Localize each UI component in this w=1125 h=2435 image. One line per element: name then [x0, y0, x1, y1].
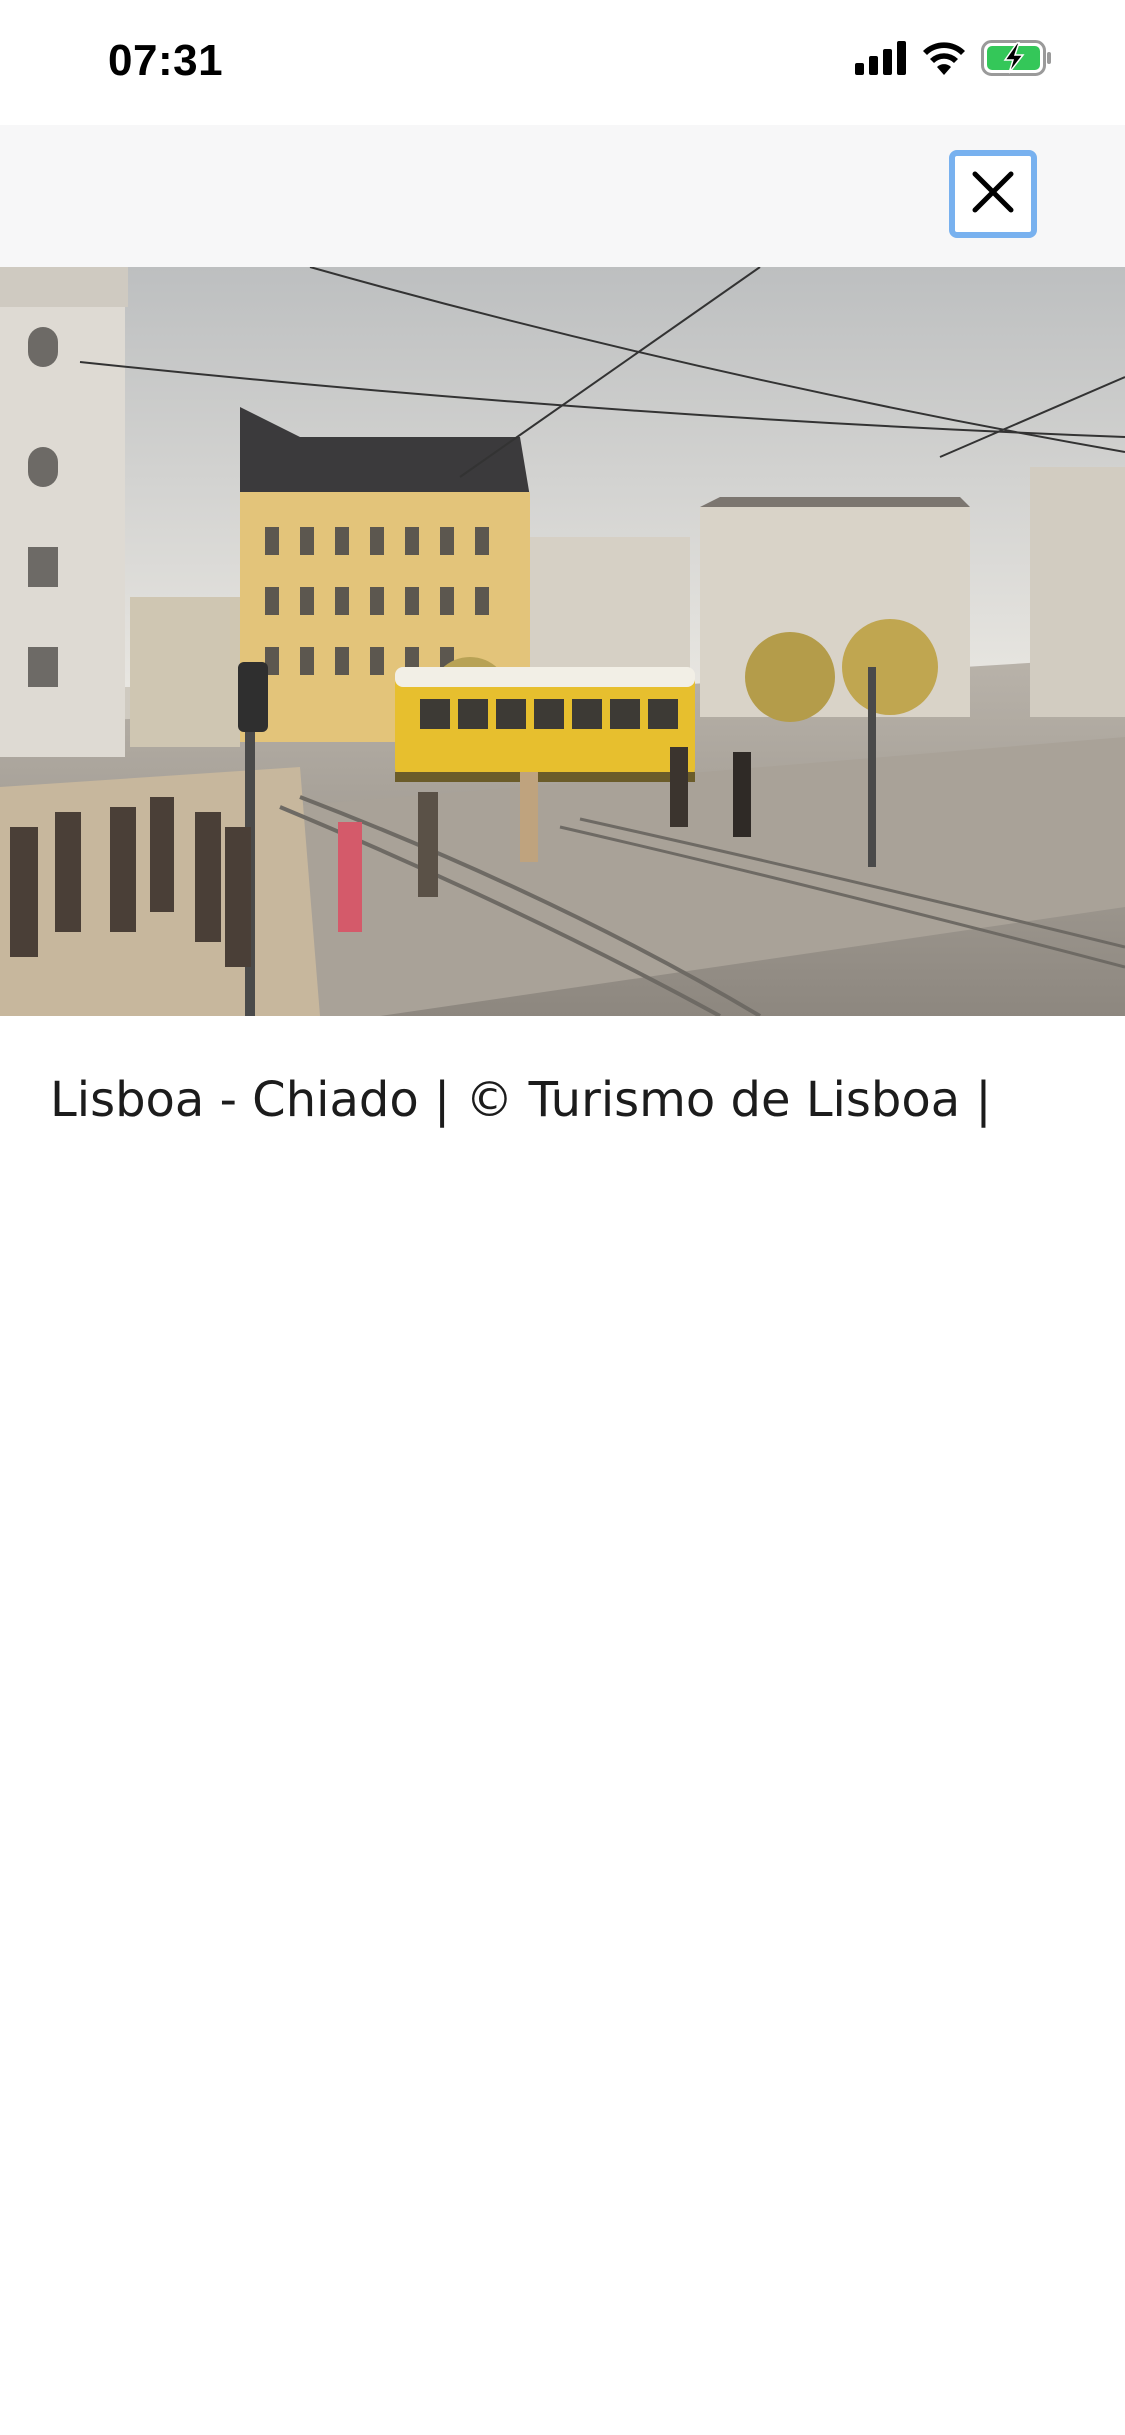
- status-time: 07:31: [108, 36, 224, 85]
- battery-charging-icon: [981, 40, 1053, 81]
- wifi-icon: [921, 41, 967, 80]
- cellular-signal-icon: [855, 41, 907, 80]
- photo-caption: Lisboa - Chiado | © Turismo de Lisboa |: [50, 1072, 992, 1128]
- viewer-toolbar: [0, 125, 1125, 267]
- close-icon: [969, 168, 1017, 221]
- close-button[interactable]: [949, 150, 1037, 238]
- status-icons: [855, 40, 1053, 81]
- image-viewer-screen: 07:31 Lisboa - Chiado | © Turismo de Lis…: [0, 0, 1125, 2435]
- main-photo: [0, 267, 1125, 1016]
- status-bar: 07:31: [0, 0, 1125, 125]
